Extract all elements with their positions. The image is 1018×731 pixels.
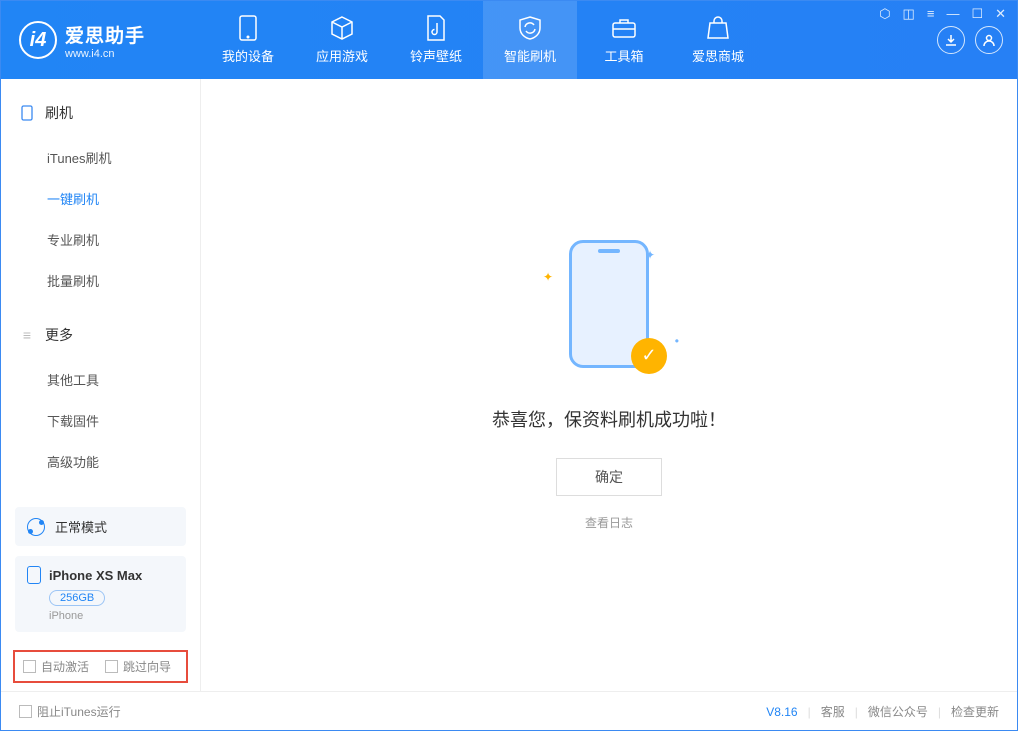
list-icon: ≡ bbox=[19, 327, 35, 343]
checkbox-icon bbox=[105, 660, 118, 673]
refresh-shield-icon bbox=[517, 15, 543, 41]
nav-store[interactable]: 爱思商城 bbox=[671, 1, 765, 79]
checkbox-icon bbox=[19, 705, 32, 718]
device-card[interactable]: iPhone XS Max 256GB iPhone bbox=[15, 556, 186, 632]
version-label: V8.16 bbox=[766, 705, 797, 719]
device-mode-card[interactable]: 正常模式 bbox=[15, 507, 186, 546]
header-actions bbox=[937, 26, 1017, 54]
checkbox-skip-guide[interactable]: 跳过向导 bbox=[105, 658, 171, 675]
device-phone-icon bbox=[27, 566, 41, 584]
sidebar-item-download-firmware[interactable]: 下载固件 bbox=[1, 400, 200, 441]
sidebar-item-batch-flash[interactable]: 批量刷机 bbox=[1, 260, 200, 301]
footer-link-update[interactable]: 检查更新 bbox=[951, 703, 999, 720]
checkbox-block-itunes[interactable]: 阻止iTunes运行 bbox=[19, 703, 121, 720]
checkbox-icon bbox=[23, 660, 36, 673]
window-controls: ⬡ ◫ ≡ — ☐ ✕ bbox=[879, 6, 1006, 22]
footer-link-wechat[interactable]: 微信公众号 bbox=[868, 703, 928, 720]
storage-badge: 256GB bbox=[49, 590, 105, 606]
nav-smart-flash[interactable]: 智能刷机 bbox=[483, 1, 577, 79]
sidebar-item-advanced[interactable]: 高级功能 bbox=[1, 441, 200, 482]
logo: i4 爱思助手 www.i4.cn bbox=[1, 21, 201, 60]
mode-icon bbox=[27, 518, 45, 536]
phone-icon bbox=[19, 105, 35, 121]
nav-my-device[interactable]: 我的设备 bbox=[201, 1, 295, 79]
bag-icon bbox=[705, 15, 731, 41]
sidebar-item-pro-flash[interactable]: 专业刷机 bbox=[1, 219, 200, 260]
maximize-icon[interactable]: ☐ bbox=[971, 6, 983, 22]
logo-icon: i4 bbox=[19, 21, 57, 59]
view-log-link[interactable]: 查看日志 bbox=[585, 514, 633, 531]
footer-link-support[interactable]: 客服 bbox=[821, 703, 845, 720]
nav-toolbox[interactable]: 工具箱 bbox=[577, 1, 671, 79]
toolbox-icon bbox=[611, 15, 637, 41]
app-title: 爱思助手 bbox=[65, 21, 145, 48]
menu-icon[interactable]: ≡ bbox=[927, 6, 935, 22]
minimize-icon[interactable]: — bbox=[946, 6, 959, 22]
sidebar-section-flash: 刷机 bbox=[1, 97, 200, 129]
bottom-options-highlight: 自动激活 跳过向导 bbox=[13, 650, 188, 683]
sidebar-item-onekey-flash[interactable]: 一键刷机 bbox=[1, 178, 200, 219]
success-message: 恭喜您，保资料刷机成功啦！ bbox=[492, 406, 726, 432]
app-subtitle: www.i4.cn bbox=[65, 48, 145, 60]
decor-icon[interactable]: ◫ bbox=[903, 6, 915, 22]
footer: 阻止iTunes运行 V8.16 | 客服 | 微信公众号 | 检查更新 bbox=[1, 691, 1017, 731]
checkbox-auto-activate[interactable]: 自动激活 bbox=[23, 658, 89, 675]
device-type: iPhone bbox=[49, 610, 174, 622]
sparkle-icon: • bbox=[675, 334, 679, 348]
main-content: ✓ ✦ ✦ • 恭喜您，保资料刷机成功啦！ 确定 查看日志 bbox=[201, 79, 1017, 691]
nav-apps-games[interactable]: 应用游戏 bbox=[295, 1, 389, 79]
decor-icon[interactable]: ⬡ bbox=[879, 6, 890, 22]
device-icon bbox=[235, 15, 261, 41]
sidebar: 刷机 iTunes刷机 一键刷机 专业刷机 批量刷机 ≡ 更多 其他工具 下载固… bbox=[1, 79, 201, 691]
sidebar-item-itunes-flash[interactable]: iTunes刷机 bbox=[1, 137, 200, 178]
user-icon[interactable] bbox=[975, 26, 1003, 54]
header: i4 爱思助手 www.i4.cn 我的设备 应用游戏 铃声壁纸 智能刷机 工具… bbox=[1, 1, 1017, 79]
download-icon[interactable] bbox=[937, 26, 965, 54]
close-icon[interactable]: ✕ bbox=[995, 6, 1006, 22]
device-area: 正常模式 iPhone XS Max 256GB iPhone bbox=[1, 497, 200, 646]
confirm-button[interactable]: 确定 bbox=[556, 458, 662, 496]
success-illustration: ✓ ✦ ✦ • bbox=[539, 240, 679, 380]
main-nav: 我的设备 应用游戏 铃声壁纸 智能刷机 工具箱 爱思商城 bbox=[201, 1, 765, 79]
sparkle-icon: ✦ bbox=[543, 270, 553, 284]
cube-icon bbox=[329, 15, 355, 41]
nav-ringtones[interactable]: 铃声壁纸 bbox=[389, 1, 483, 79]
music-file-icon bbox=[423, 15, 449, 41]
check-badge-icon: ✓ bbox=[631, 338, 667, 374]
sidebar-item-other-tools[interactable]: 其他工具 bbox=[1, 359, 200, 400]
sparkle-icon: ✦ bbox=[645, 248, 655, 262]
sidebar-section-more: ≡ 更多 bbox=[1, 319, 200, 351]
